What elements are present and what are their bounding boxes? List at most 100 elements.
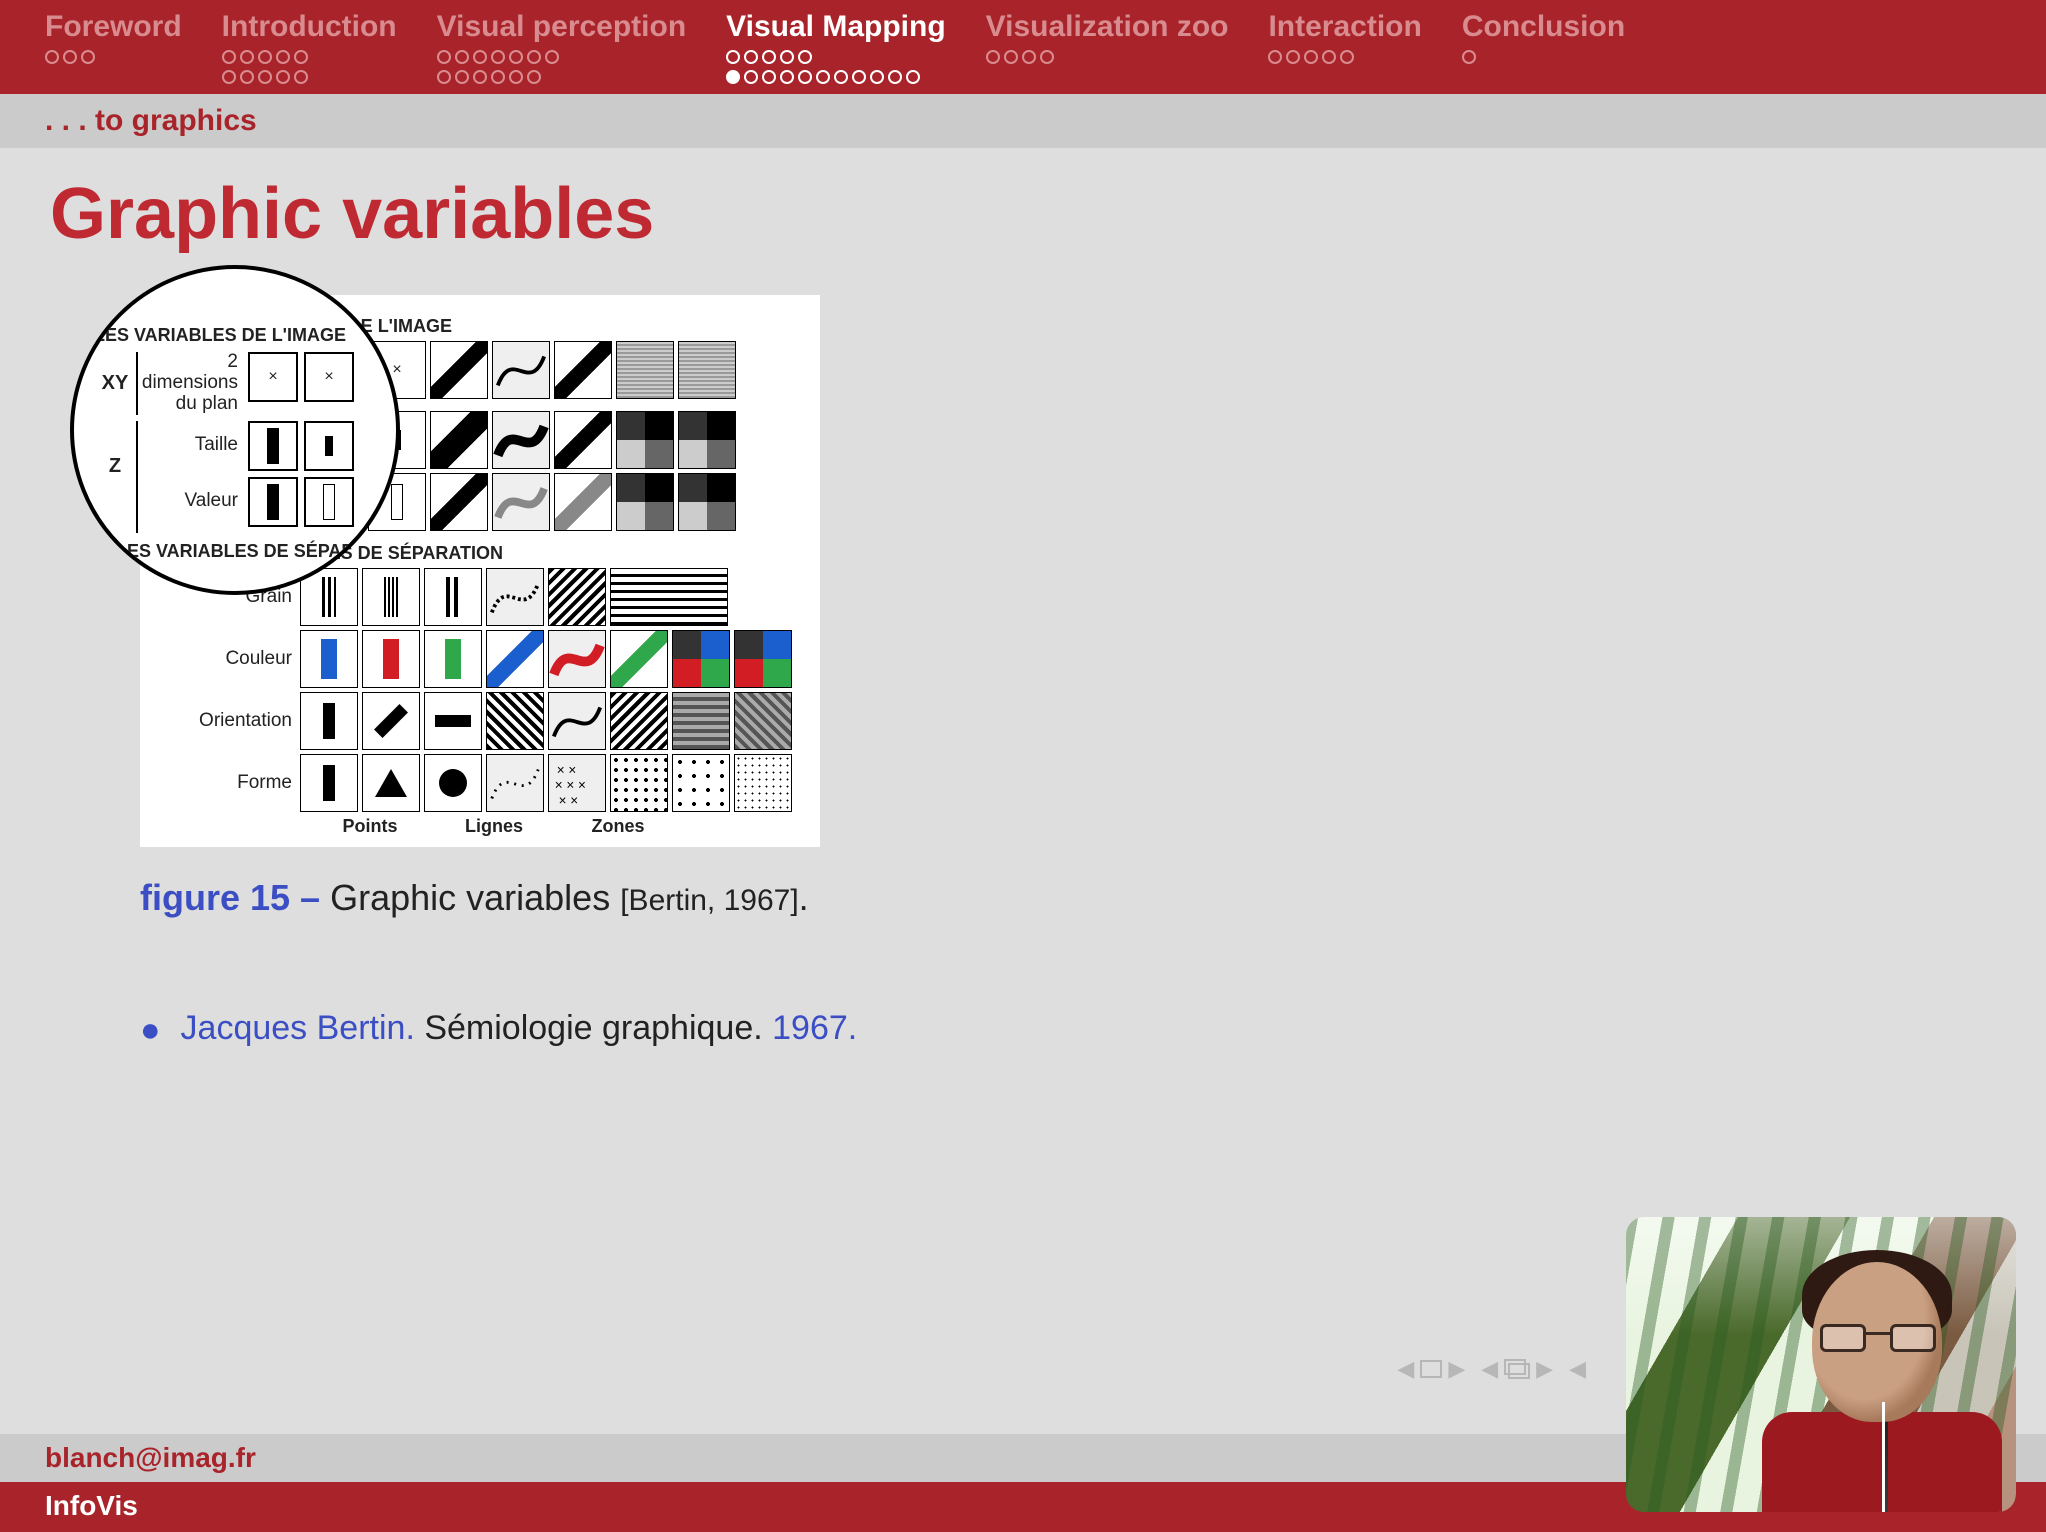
nav-dot[interactable]: [798, 70, 812, 84]
ref-year[interactable]: 1967.: [772, 1009, 857, 1047]
cell: [486, 568, 544, 626]
nav-dot[interactable]: [222, 70, 236, 84]
nav-dot[interactable]: [63, 50, 77, 64]
nav-section-title[interactable]: Foreword: [45, 10, 182, 44]
nav-dot[interactable]: [1462, 50, 1476, 64]
nav-section[interactable]: Visual Mapping: [726, 10, 945, 84]
nav-dot[interactable]: [276, 50, 290, 64]
nav-section-title[interactable]: Conclusion: [1462, 10, 1625, 44]
nav-dot[interactable]: [834, 70, 848, 84]
nav-dot[interactable]: [870, 70, 884, 84]
nav-dot[interactable]: [1268, 50, 1282, 64]
nav-dot[interactable]: [240, 50, 254, 64]
nav-section[interactable]: Interaction: [1268, 10, 1421, 84]
nav-dot[interactable]: [780, 50, 794, 64]
cell: [362, 692, 420, 750]
nav-dot[interactable]: [455, 50, 469, 64]
nav-dot[interactable]: [1304, 50, 1318, 64]
nav-dot[interactable]: [762, 50, 776, 64]
nav-dot[interactable]: [294, 50, 308, 64]
nav-dot[interactable]: [986, 50, 1000, 64]
nav-section[interactable]: Visual perception: [437, 10, 687, 84]
webcam-overlay: [1626, 1217, 2016, 1512]
nav-dot[interactable]: [509, 70, 523, 84]
nav-dot[interactable]: [527, 70, 541, 84]
ref-author[interactable]: Jacques Bertin.: [181, 1009, 425, 1047]
nav-dot[interactable]: [906, 70, 920, 84]
nav-dot[interactable]: [258, 50, 272, 64]
nav-dot[interactable]: [45, 50, 59, 64]
cell: [424, 754, 482, 812]
nav-section-title[interactable]: Interaction: [1268, 10, 1421, 44]
nav-dot[interactable]: [1286, 50, 1300, 64]
nav-dot[interactable]: [437, 70, 451, 84]
nav-dot[interactable]: [509, 50, 523, 64]
magnifier-title: LES VARIABLES DE L'IMAGE: [94, 325, 400, 346]
mag-section2-title: LES VARIABLES DE SÉPARATION: [94, 541, 400, 562]
caption-text: Graphic variables: [330, 877, 620, 918]
nav-dot[interactable]: [1004, 50, 1018, 64]
nav-section-title[interactable]: Visual Mapping: [726, 10, 945, 44]
nav-dot[interactable]: [1322, 50, 1336, 64]
nav-dot[interactable]: [545, 50, 559, 64]
nav-section-title[interactable]: Visualization zoo: [986, 10, 1229, 44]
nav-dot[interactable]: [491, 70, 505, 84]
nav-section[interactable]: Conclusion: [1462, 10, 1625, 84]
nav-section[interactable]: Visualization zoo: [986, 10, 1229, 84]
cell: [248, 421, 298, 471]
nav-dot[interactable]: [1340, 50, 1354, 64]
nav-dot[interactable]: [1040, 50, 1054, 64]
fig-col-labels: Points Lignes Zones: [150, 816, 810, 837]
nav-dot[interactable]: [240, 70, 254, 84]
nav-section-title[interactable]: Visual perception: [437, 10, 687, 44]
nav-prev-frame[interactable]: ◀▶: [1481, 1356, 1553, 1382]
fig-row-couleur: Couleur: [150, 630, 810, 688]
nav-dot[interactable]: [780, 70, 794, 84]
nav-dot[interactable]: [81, 50, 95, 64]
reference-line: ● Jacques Bertin. Sémiologie graphique. …: [140, 1009, 1986, 1048]
cell: [734, 630, 792, 688]
nav-dots-row: [986, 50, 1229, 64]
nav-prev-slide[interactable]: ◀▶: [1397, 1356, 1465, 1382]
nav-dot[interactable]: [258, 70, 272, 84]
nav-dot[interactable]: [276, 70, 290, 84]
fig-col-zones: Zones: [558, 816, 678, 837]
nav-dot[interactable]: [473, 70, 487, 84]
nav-dot[interactable]: [888, 70, 902, 84]
cell: [492, 411, 550, 469]
cell: [678, 411, 736, 469]
nav-dot[interactable]: [222, 50, 236, 64]
cell: [616, 473, 674, 531]
nav-dots-row: [45, 50, 182, 64]
nav-dot[interactable]: [473, 50, 487, 64]
nav-dot[interactable]: [816, 70, 830, 84]
cell: [548, 568, 606, 626]
nav-dot[interactable]: [852, 70, 866, 84]
nav-dot[interactable]: [762, 70, 776, 84]
nav-dot[interactable]: [491, 50, 505, 64]
nav-dot[interactable]: [798, 50, 812, 64]
nav-dots-row: [1268, 50, 1421, 64]
nav-dot[interactable]: [1022, 50, 1036, 64]
figure-caption: figure 15 – Graphic variables [Bertin, 1…: [140, 877, 1986, 919]
nav-section[interactable]: Introduction: [222, 10, 397, 84]
nav-dot[interactable]: [744, 50, 758, 64]
nav-section[interactable]: Foreword: [45, 10, 182, 84]
cell: [300, 630, 358, 688]
nav-dot[interactable]: [726, 70, 740, 84]
mag-label-valeur: Valeur: [138, 477, 248, 527]
nav-dots-row: [222, 70, 397, 84]
nav-dot[interactable]: [294, 70, 308, 84]
nav-prev-section[interactable]: ◀: [1569, 1356, 1586, 1382]
nav-dot[interactable]: [726, 50, 740, 64]
nav-dot[interactable]: [437, 50, 451, 64]
nav-dot[interactable]: [744, 70, 758, 84]
nav-dot[interactable]: [527, 50, 541, 64]
nav-dot[interactable]: [455, 70, 469, 84]
svg-text:× ×: × ×: [559, 793, 579, 808]
fig-col-points: Points: [310, 816, 430, 837]
bullet-icon: ●: [140, 1009, 161, 1047]
nav-section-title[interactable]: Introduction: [222, 10, 397, 44]
glasses-icon: [1820, 1324, 1936, 1354]
footer-email-text[interactable]: blanch@imag.fr: [45, 1442, 256, 1473]
